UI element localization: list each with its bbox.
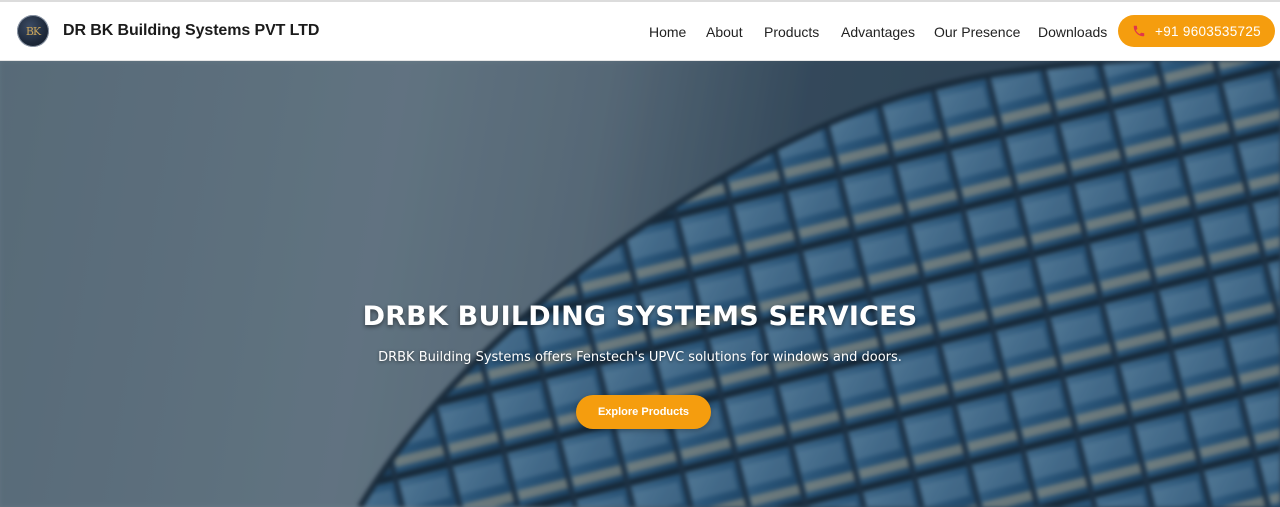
phone-icon — [1133, 25, 1145, 37]
explore-products-button[interactable]: Explore Products — [576, 395, 711, 429]
nav-downloads[interactable]: Downloads — [1038, 24, 1107, 40]
hero-overlay — [0, 61, 1280, 507]
nav-home[interactable]: Home — [649, 24, 686, 40]
hero-title: DRBK BUILDING SYSTEMS SERVICES — [362, 301, 918, 332]
logo-monogram: BK — [25, 24, 41, 38]
nav-about[interactable]: About — [706, 24, 743, 40]
site-header: BK DR BK Building Systems PVT LTD Home A… — [0, 2, 1280, 61]
company-logo[interactable]: BK — [17, 15, 49, 47]
hero-section: DRBK BUILDING SYSTEMS SERVICES DRBK Buil… — [0, 61, 1280, 507]
nav-products[interactable]: Products — [764, 24, 819, 40]
nav-our-presence[interactable]: Our Presence — [934, 24, 1020, 40]
phone-button[interactable]: +91 9603535725 — [1118, 15, 1275, 47]
phone-number: +91 9603535725 — [1155, 23, 1261, 39]
brand[interactable]: BK DR BK Building Systems PVT LTD — [17, 15, 319, 47]
company-name[interactable]: DR BK Building Systems PVT LTD — [63, 22, 319, 40]
hero-subtitle: DRBK Building Systems offers Fenstech's … — [378, 350, 902, 365]
nav-advantages[interactable]: Advantages — [841, 24, 915, 40]
